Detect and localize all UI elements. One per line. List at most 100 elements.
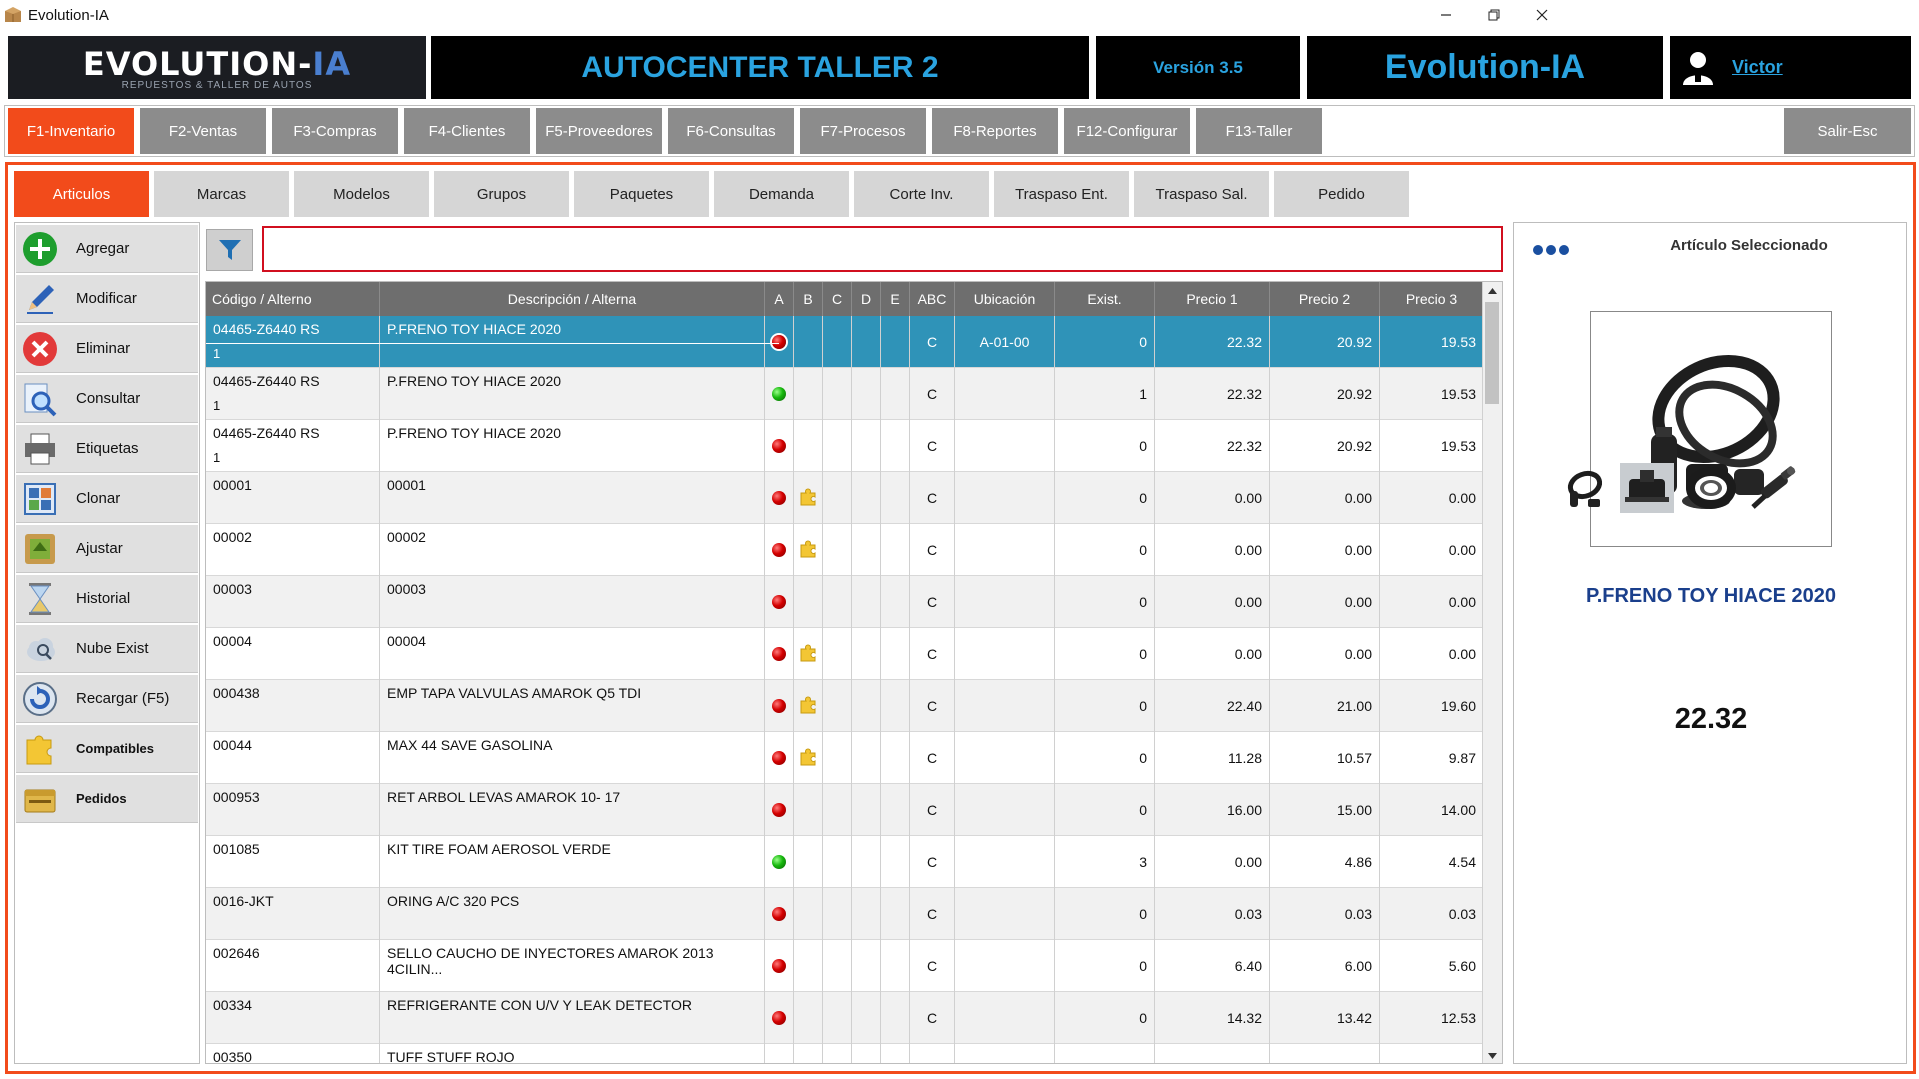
item-description: P.FRENO TOY HIACE 2020	[380, 316, 765, 368]
table-row[interactable]: 0016-JKT ORING A/C 320 PCS C 0 0.03 0.03 0.03	[206, 888, 1484, 940]
table-row[interactable]: 00350 TUFF STUFF ROJO C	[206, 1044, 1484, 1063]
main-menu-item[interactable]: F12-Configurar	[1064, 108, 1190, 154]
subtab-item[interactable]: Traspaso Sal.	[1134, 171, 1269, 217]
scroll-up-icon[interactable]	[1483, 282, 1502, 300]
item-code: 00044	[213, 737, 252, 753]
compatible-puzzle-icon	[799, 696, 817, 717]
side-button-historial[interactable]: Historial	[16, 575, 198, 623]
subtab-item[interactable]: Articulos	[14, 171, 149, 217]
table-row[interactable]: 000953 RET ARBOL LEVAS AMAROK 10- 17 C 0 16.…	[206, 784, 1484, 836]
selected-article-name: P.FRENO TOY HIACE 2020	[1585, 585, 1837, 607]
table-row[interactable]: 00334 REFRIGERANTE CON U/V Y LEAK DETECTO…	[206, 992, 1484, 1044]
side-button-compatibles[interactable]: Compatibles	[16, 725, 198, 773]
side-button-modificar[interactable]: Modificar	[16, 275, 198, 323]
table-row[interactable]: 00003 00003 C 0 0.00 0.00 0.00	[206, 576, 1484, 628]
column-header[interactable]: ABC	[910, 282, 955, 316]
company-title: AUTOCENTER TALLER 2	[431, 36, 1089, 99]
table-row[interactable]: 04465-Z6440 RS 1 P.FRENO TOY HIACE 2020 C 1 2…	[206, 368, 1484, 420]
compatible-puzzle-icon	[799, 748, 817, 769]
magnifier-icon	[20, 379, 60, 419]
status-cell-e	[881, 628, 910, 680]
more-options-icon[interactable]	[1532, 243, 1572, 257]
subtab-item[interactable]: Marcas	[154, 171, 289, 217]
cylinder-thumb-icon[interactable]	[1746, 461, 1804, 515]
main-menu-item[interactable]: F1-Inventario	[8, 108, 134, 154]
price-1: 0.00	[1155, 628, 1270, 680]
column-header[interactable]: Precio 3	[1380, 282, 1484, 316]
main-menu-item[interactable]: F6-Consultas	[668, 108, 794, 154]
column-header[interactable]: Exist.	[1055, 282, 1155, 316]
stock-qty: 0	[1055, 732, 1155, 784]
subtab-item[interactable]: Pedido	[1274, 171, 1409, 217]
code-cell: 001085	[206, 836, 380, 888]
mount-thumb-icon[interactable]	[1618, 461, 1676, 515]
close-button[interactable]	[1513, 0, 1571, 30]
table-row[interactable]: 00001 00001 C 0 0.00 0.00 0.00	[206, 472, 1484, 524]
table-row[interactable]: 001085 KIT TIRE FOAM AEROSOL VERDE C 3 0.00 4…	[206, 836, 1484, 888]
search-input[interactable]	[262, 226, 1503, 272]
subtab-item[interactable]: Grupos	[434, 171, 569, 217]
side-button-agregar[interactable]: Agregar	[16, 225, 198, 273]
column-header[interactable]: D	[852, 282, 881, 316]
table-row[interactable]: 04465-Z6440 RS 1 P.FRENO TOY HIACE 2020 C 0 2…	[206, 420, 1484, 472]
column-header[interactable]: Precio 1	[1155, 282, 1270, 316]
table-row[interactable]: 04465-Z6440 RS 1 P.FRENO TOY HIACE 2020 C A-…	[206, 316, 1484, 368]
table-row[interactable]: 00004 00004 C 0 0.00 0.00 0.00	[206, 628, 1484, 680]
ring-thumb-icon[interactable]	[1682, 461, 1740, 515]
column-header[interactable]: Código / Alterno	[206, 282, 380, 316]
code-cell: 00334	[206, 992, 380, 1044]
side-button-label: Nube Exist	[76, 640, 149, 657]
column-header[interactable]: Precio 2	[1270, 282, 1380, 316]
main-menu-item[interactable]: F4-Clientes	[404, 108, 530, 154]
column-header[interactable]: E	[881, 282, 910, 316]
table-row[interactable]: 00044 MAX 44 SAVE GASOLINA C 0 11.28 10.57 9.8…	[206, 732, 1484, 784]
table-row[interactable]: 00002 00002 C 0 0.00 0.00 0.00	[206, 524, 1484, 576]
subtab-item[interactable]: Corte Inv.	[854, 171, 989, 217]
status-cell-e	[881, 524, 910, 576]
seal-thumb-icon[interactable]	[1556, 461, 1614, 515]
side-button-eliminar[interactable]: Eliminar	[16, 325, 198, 373]
location	[955, 784, 1055, 836]
subtab-item[interactable]: Demanda	[714, 171, 849, 217]
scroll-down-icon[interactable]	[1483, 1047, 1502, 1064]
side-button-clonar[interactable]: Clonar	[16, 475, 198, 523]
table-row[interactable]: 002646 SELLO CAUCHO DE INYECTORES AMAROK …	[206, 940, 1484, 992]
status-cell-d	[852, 732, 881, 784]
status-cell-c	[823, 940, 852, 992]
exit-button[interactable]: Salir-Esc	[1784, 108, 1911, 154]
side-button-consultar[interactable]: Consultar	[16, 375, 198, 423]
main-menu-item[interactable]: F2-Ventas	[140, 108, 266, 154]
side-button-label: Recargar (F5)	[76, 690, 170, 707]
item-code: 00004	[213, 633, 252, 649]
subtab-item[interactable]: Paquetes	[574, 171, 709, 217]
column-header[interactable]: A	[765, 282, 794, 316]
column-header[interactable]: Descripción / Alterna	[380, 282, 765, 316]
user-link[interactable]: Victor	[1732, 57, 1783, 78]
side-button-etiquetas[interactable]: Etiquetas	[16, 425, 198, 473]
main-menu-item[interactable]: F5-Proveedores	[536, 108, 662, 154]
side-button-recargar-f5[interactable]: Recargar (F5)	[16, 675, 198, 723]
main-menu-item[interactable]: F7-Procesos	[800, 108, 926, 154]
subtab-item[interactable]: Traspaso Ent.	[994, 171, 1129, 217]
side-button-pedidos[interactable]: Pedidos	[16, 775, 198, 823]
status-cell-e	[881, 680, 910, 732]
side-button-label: Agregar	[76, 240, 130, 257]
restore-icon	[1488, 9, 1500, 21]
column-header[interactable]: B	[794, 282, 823, 316]
side-button-nube-exist[interactable]: Nube Exist	[16, 625, 198, 673]
code-cell: 00003	[206, 576, 380, 628]
table-scrollbar[interactable]	[1482, 282, 1502, 1064]
column-header[interactable]: C	[823, 282, 852, 316]
side-button-ajustar[interactable]: Ajustar	[16, 525, 198, 573]
column-header[interactable]: Ubicación	[955, 282, 1055, 316]
filter-button[interactable]	[206, 229, 253, 271]
price-3: 19.53	[1380, 316, 1484, 368]
main-menu-item[interactable]: F8-Reportes	[932, 108, 1058, 154]
scroll-thumb[interactable]	[1485, 302, 1499, 404]
main-menu-item[interactable]: F13-Taller	[1196, 108, 1322, 154]
abc-class: C	[910, 316, 955, 368]
main-menu-item[interactable]: F3-Compras	[272, 108, 398, 154]
subtab-item[interactable]: Modelos	[294, 171, 429, 217]
table-row[interactable]: 000438 EMP TAPA VALVULAS AMAROK Q5 TDI C 0 2…	[206, 680, 1484, 732]
articles-table: Código / Alterno Descripción / Alterna A B C…	[205, 281, 1503, 1064]
